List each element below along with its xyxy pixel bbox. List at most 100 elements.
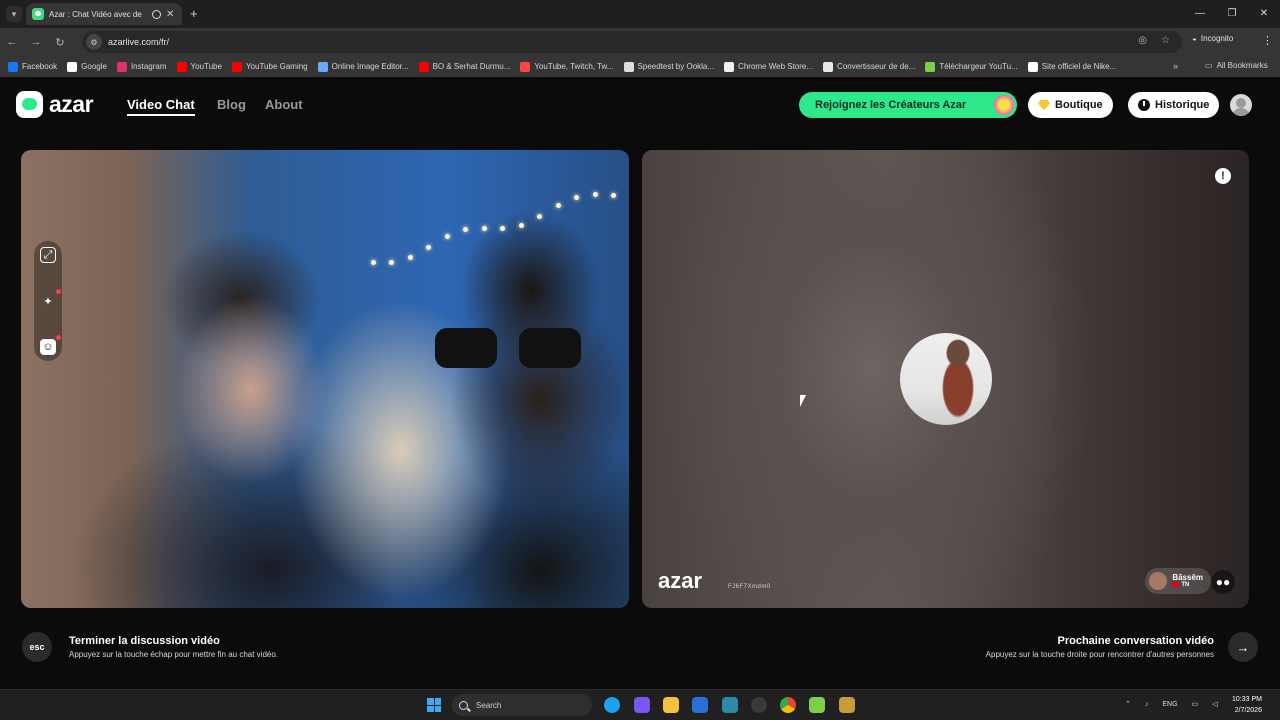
peer-name: Bāssêm (1172, 573, 1203, 583)
windows-taskbar: Search ⌃ ♪ ENG ▭ ◁ 10:33 PM 2/7/2026 (0, 689, 1280, 720)
bookmark-item[interactable]: Convertisseur de de... (823, 61, 916, 72)
incognito-label: Incognito (1200, 34, 1234, 43)
peer-profile-photo (900, 333, 992, 425)
clock-icon (1138, 99, 1150, 111)
bookmark-label: Instagram (130, 62, 167, 71)
sunglasses (435, 328, 583, 372)
profile-avatar[interactable] (1230, 94, 1252, 116)
nav-video-chat[interactable]: Video Chat (127, 97, 195, 116)
creators-badge-icon (994, 95, 1014, 115)
bookmark-item[interactable]: YouTube (176, 61, 222, 72)
nav-blog[interactable]: Blog (217, 97, 246, 112)
bookmark-label: Site officiel de Nike... (1041, 62, 1117, 71)
face-filter-icon[interactable]: ☺ (40, 335, 61, 355)
next-chat-title: Prochaine conversation vidéo (1057, 635, 1215, 647)
chat-bubble-icon[interactable]: ●● (1211, 570, 1235, 594)
peer-info-card[interactable]: Bāssêm TN (1145, 568, 1211, 594)
app-icon[interactable] (839, 697, 855, 713)
bookmark-item[interactable]: BO & Serhat Durmu... (418, 61, 510, 72)
back-icon[interactable]: ← (0, 36, 24, 48)
bookmark-label: Chrome Web Store... (738, 62, 814, 71)
bookmark-item[interactable]: YouTube Gaming (231, 61, 308, 72)
light-bulb (592, 192, 598, 198)
azar-logo-icon (16, 91, 43, 118)
bookmark-item[interactable]: Google (67, 61, 107, 72)
bookmark-favicon-icon (8, 61, 18, 72)
downloader-icon[interactable] (809, 697, 825, 713)
tab-close-icon[interactable]: ✕ (166, 9, 174, 20)
photos-icon[interactable] (722, 697, 738, 713)
more-bookmarks-icon[interactable]: » (1173, 61, 1178, 71)
esc-key-button[interactable]: esc (22, 632, 52, 662)
address-bar[interactable]: ⚙ azarlive.com/fr/ ◎ ☆ (82, 31, 1182, 53)
bookmark-favicon-icon (67, 61, 78, 72)
report-icon[interactable]: ! (1215, 168, 1231, 184)
network-icon[interactable]: ▭ (1192, 700, 1199, 708)
bookmark-item[interactable]: Instagram (116, 61, 167, 72)
end-chat-title: Terminer la discussion vidéo (69, 635, 220, 647)
light-bulb (463, 227, 469, 233)
taskbar-clock[interactable]: 10:33 PM 2/7/2026 (1232, 694, 1262, 716)
maximize-icon[interactable]: ❐ (1216, 0, 1248, 28)
tracking-protection-icon[interactable]: ◎ (1138, 35, 1147, 46)
close-window-icon[interactable]: ✕ (1248, 0, 1280, 28)
copilot-icon[interactable] (634, 697, 650, 713)
language-indicator[interactable]: ENG (1162, 701, 1177, 708)
fullscreen-icon[interactable]: ⤢ (40, 247, 56, 263)
nav-about[interactable]: About (265, 97, 303, 112)
edge-icon[interactable] (604, 697, 620, 713)
end-chat-subtitle: Appuyez sur la touche échap pour mettre … (69, 650, 279, 659)
store-icon[interactable] (692, 697, 708, 713)
light-bulb (518, 222, 524, 228)
bookmark-item[interactable]: Facebook (8, 61, 58, 72)
bookmark-label: Téléchargeur YouTu... (939, 62, 1018, 71)
taskbar-search[interactable]: Search (452, 694, 592, 716)
obs-icon[interactable] (751, 697, 767, 713)
bookmark-item[interactable]: Site officiel de Nike... (1027, 61, 1117, 72)
light-bulb (555, 202, 561, 208)
join-creators-label: Rejoignez les Créateurs Azar (815, 99, 967, 111)
site-info-icon[interactable]: ⚙ (86, 34, 102, 50)
tab-title: Azar : Chat Vidéo avec de (49, 9, 142, 19)
tray-overflow-icon[interactable]: ⌃ (1125, 700, 1131, 708)
bookmark-label: Convertisseur de de... (837, 62, 916, 71)
incognito-icon: ◒ (1192, 34, 1197, 43)
browser-menu-icon[interactable]: ⋮ (1262, 34, 1273, 47)
bookmark-label: Facebook (22, 62, 58, 71)
bookmark-item[interactable]: YouTube, Twitch, Tw... (520, 61, 614, 72)
minimize-icon[interactable]: — (1184, 0, 1216, 28)
bookmark-star-icon[interactable]: ☆ (1161, 35, 1170, 46)
reload-icon[interactable]: ↻ (48, 36, 72, 49)
windows-start-icon[interactable] (427, 698, 441, 712)
url-text[interactable]: azarlive.com/fr/ (108, 37, 169, 47)
shop-button[interactable]: Boutique (1028, 92, 1113, 118)
chrome-icon[interactable] (780, 697, 796, 713)
incognito-indicator[interactable]: ◒ Incognito (1192, 34, 1233, 43)
forward-icon[interactable]: → (24, 36, 48, 48)
join-creators-button[interactable]: Rejoignez les Créateurs Azar (799, 92, 1017, 118)
history-button[interactable]: Historique (1128, 92, 1220, 118)
bookmark-favicon-icon (116, 61, 127, 72)
tab-search-icon[interactable]: ▾ (6, 6, 22, 22)
browser-tab[interactable]: Azar : Chat Vidéo avec de ✕ (26, 3, 182, 25)
peer-thumbnail (1149, 572, 1168, 590)
string-lights (351, 160, 629, 280)
next-arrow-icon[interactable]: → (1228, 632, 1258, 662)
azar-logo[interactable]: azar (16, 91, 94, 118)
bookmark-item[interactable]: Chrome Web Store... (724, 61, 814, 72)
microphone-icon[interactable]: ♪ (1145, 701, 1149, 708)
light-bulb (444, 233, 450, 239)
bookmark-label: YouTube Gaming (245, 62, 308, 71)
logo-text: azar (49, 91, 94, 117)
file-explorer-icon[interactable] (663, 697, 679, 713)
azar-watermark: azar (658, 568, 703, 593)
all-bookmarks-button[interactable]: ▭ All Bookmarks (1205, 61, 1268, 70)
volume-icon[interactable]: ◁ (1212, 700, 1217, 708)
bookmark-item[interactable]: Speedtest by Ookla... (623, 61, 714, 72)
magic-wand-icon[interactable]: ✦ (40, 289, 61, 309)
new-tab-button[interactable]: + (190, 6, 198, 21)
bookmark-item[interactable]: Online Image Editor... (317, 61, 409, 72)
bookmark-item[interactable]: Téléchargeur YouTu... (925, 61, 1018, 72)
clock-date: 2/7/2026 (1234, 707, 1262, 714)
light-bulb (611, 192, 616, 198)
